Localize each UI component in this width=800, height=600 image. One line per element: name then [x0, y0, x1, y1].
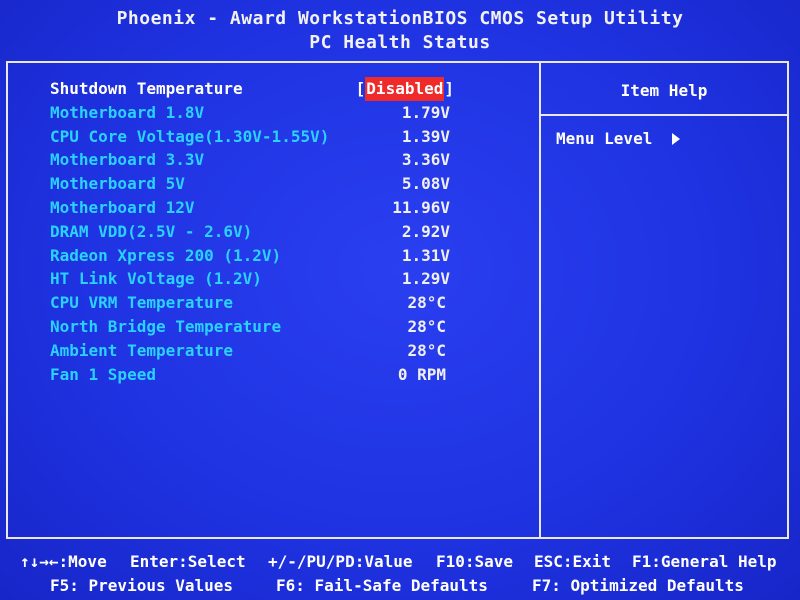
fail-safe-defaults-hint: F6: Fail-Safe Defaults: [276, 576, 488, 595]
setting-label: Motherboard 12V: [50, 197, 195, 217]
optimized-defaults-hint: F7: Optimized Defaults: [532, 576, 744, 595]
value-hint: +/-/PU/PD:Value: [268, 552, 413, 571]
setting-label: Shutdown Temperature: [50, 79, 243, 98]
item-help-title: Item Help: [620, 81, 708, 100]
setting-fan-1-speed[interactable]: Fan 1 Speed 0 RPM: [50, 363, 510, 387]
setting-label: Fan 1 Speed: [50, 364, 156, 384]
setting-label: Ambient Temperature: [50, 340, 234, 360]
setting-dram-vdd[interactable]: DRAM VDD(2.5V - 2.6V) 2.92V: [50, 220, 510, 244]
setting-label: Motherboard 3.3V: [50, 150, 205, 170]
setting-value: 28°C: [407, 340, 446, 360]
setting-cpu-core-voltage[interactable]: CPU Core Voltage(1.30V-1.55V) 1.39V: [50, 125, 510, 149]
page-title: PC Health Status: [309, 32, 491, 53]
move-hint: ↑↓→←:Move: [20, 552, 107, 571]
setting-motherboard-1-8v[interactable]: Motherboard 1.8V 1.79V: [50, 101, 510, 125]
setting-value: 28°C: [407, 316, 446, 336]
settings-list: Shutdown Temperature [Disabled] Motherbo…: [50, 77, 510, 386]
setting-label: North Bridge Temperature: [50, 316, 282, 336]
setting-value: 28°C: [407, 293, 446, 313]
setting-value: 2.92V: [401, 221, 450, 241]
main-frame: Shutdown Temperature [Disabled] Motherbo…: [6, 61, 789, 539]
setting-value: 1.31V: [401, 245, 450, 265]
setting-value: 3.36V: [401, 150, 450, 170]
setting-label: CPU Core Voltage(1.30V-1.55V): [50, 126, 330, 146]
bios-screen: Phoenix - Award WorkstationBIOS CMOS Set…: [0, 0, 800, 600]
setting-cpu-vrm-temperature[interactable]: CPU VRM Temperature 28°C: [50, 291, 510, 315]
previous-values-hint: F5: Previous Values: [50, 576, 234, 595]
save-hint: F10:Save: [436, 552, 514, 571]
setting-motherboard-12v[interactable]: Motherboard 12V 11.96V: [50, 196, 510, 220]
setting-value: 0 RPM: [397, 364, 446, 384]
setting-north-bridge-temperature[interactable]: North Bridge Temperature 28°C: [50, 315, 510, 339]
option-bracket-open: [: [355, 79, 366, 98]
setting-shutdown-temperature[interactable]: Shutdown Temperature [Disabled]: [50, 77, 510, 101]
setting-label: CPU VRM Temperature: [50, 293, 234, 313]
setting-value: 1.39V: [401, 126, 450, 146]
option-bracket-close: ]: [444, 79, 454, 98]
setting-motherboard-3-3v[interactable]: Motherboard 3.3V 3.36V: [50, 148, 510, 172]
setting-label: Motherboard 5V: [50, 174, 185, 194]
setting-motherboard-5v[interactable]: Motherboard 5V 5.08V: [50, 172, 510, 196]
setting-ht-link-voltage[interactable]: HT Link Voltage (1.2V) 1.29V: [50, 267, 510, 291]
general-help-hint: F1:General Help: [632, 552, 777, 571]
setting-label: Motherboard 1.8V: [50, 102, 205, 122]
setting-radeon-xpress-200[interactable]: Radeon Xpress 200 (1.2V) 1.31V: [50, 244, 510, 268]
bios-title: Phoenix - Award WorkstationBIOS CMOS Set…: [116, 8, 684, 29]
setting-value-selector[interactable]: [Disabled]: [356, 77, 454, 101]
panel-divider: [539, 63, 541, 537]
setting-value: 1.29V: [401, 269, 450, 289]
exit-hint: ESC:Exit: [534, 552, 612, 571]
setting-value: 5.08V: [401, 174, 450, 194]
menu-level-indicator: Menu Level: [556, 129, 681, 148]
selected-option-highlight[interactable]: Disabled: [365, 77, 445, 101]
right-triangle-icon: [672, 132, 681, 145]
setting-value: 11.96V: [392, 197, 450, 217]
setting-label: Radeon Xpress 200 (1.2V): [50, 245, 282, 265]
setting-label: HT Link Voltage (1.2V): [50, 269, 262, 289]
setting-ambient-temperature[interactable]: Ambient Temperature 28°C: [50, 339, 510, 363]
setting-label: DRAM VDD(2.5V - 2.6V): [50, 221, 253, 241]
menu-level-label: Menu Level: [556, 129, 653, 148]
setting-value: 1.79V: [401, 102, 450, 122]
enter-select-hint: Enter:Select: [130, 552, 246, 571]
help-title-divider: [541, 114, 787, 116]
